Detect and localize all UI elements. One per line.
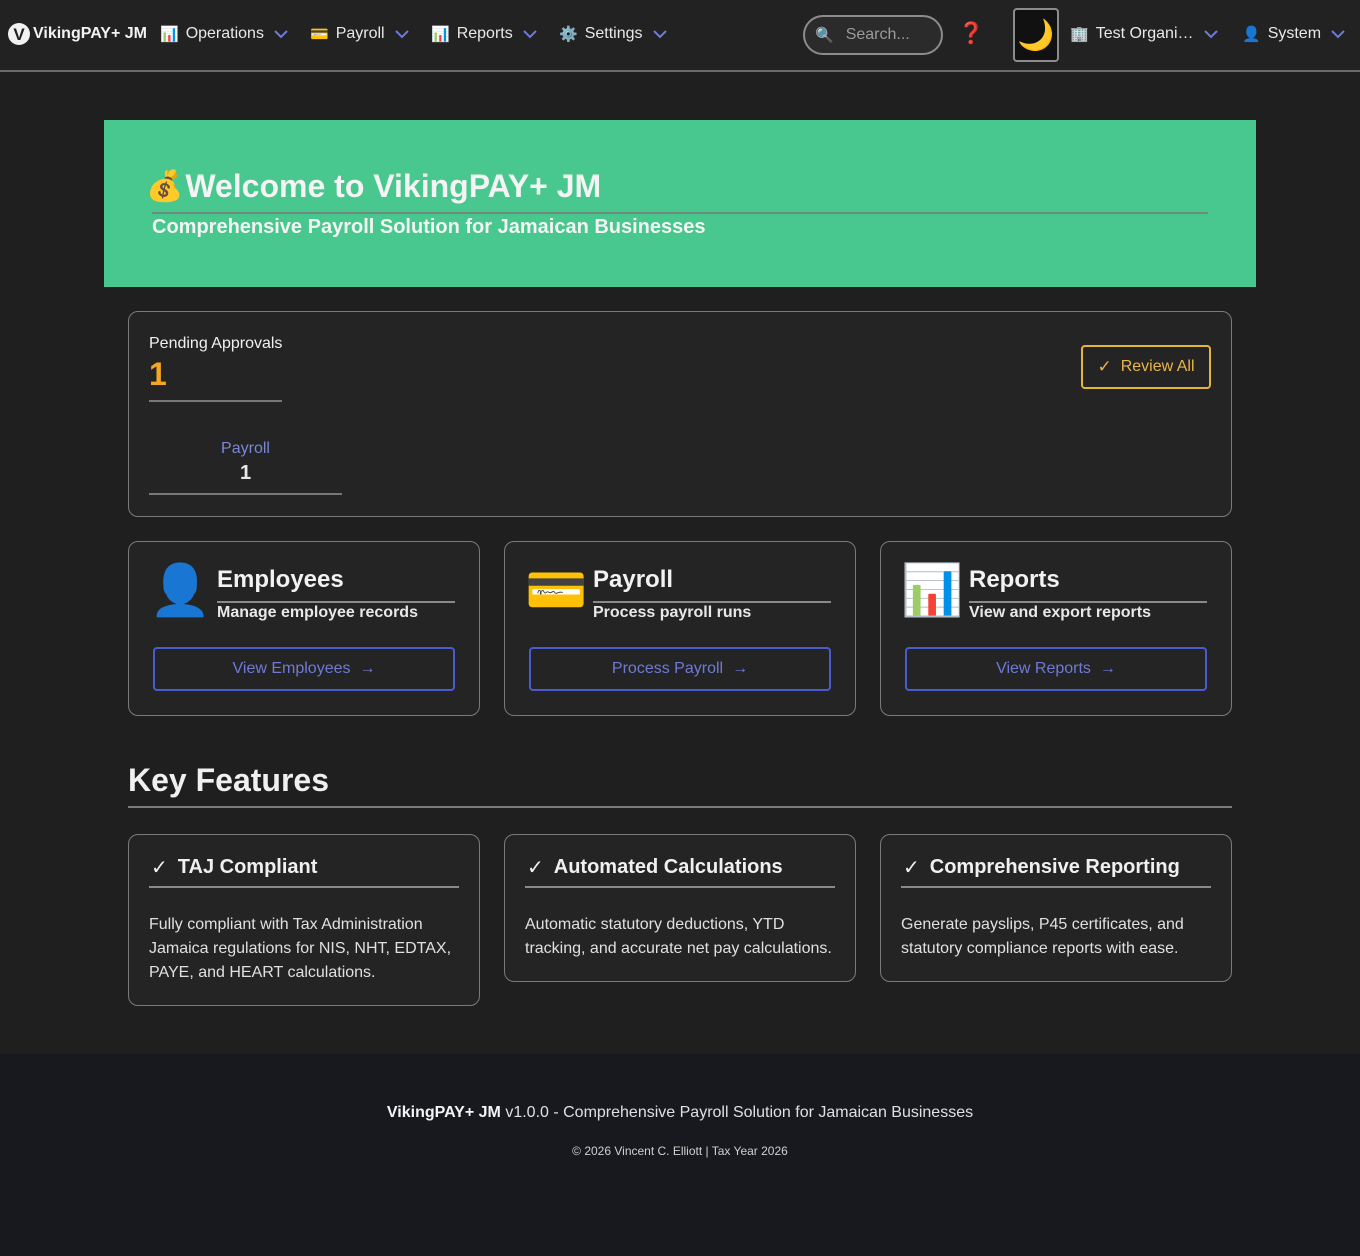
- feature-divider: [149, 886, 459, 888]
- button-label: View Reports: [996, 660, 1091, 677]
- key-features-divider: [128, 806, 1232, 808]
- check-icon: ✓: [903, 857, 920, 879]
- reports-card: 📊 Reports View and export reports View R…: [880, 541, 1232, 716]
- pending-category-divider: [149, 493, 342, 495]
- view-reports-button[interactable]: View Reports →: [905, 647, 1207, 691]
- arrow-right-icon: →: [359, 660, 376, 677]
- user-name: System: [1267, 25, 1322, 42]
- chevron-down-icon: [272, 25, 290, 43]
- footer-tagline-text: v1.0.0 - Comprehensive Payroll Solution …: [500, 1104, 974, 1121]
- hero-title-text: Welcome to VikingPAY+ JM: [185, 168, 602, 204]
- search-input[interactable]: [845, 26, 936, 44]
- nav-menu-label: Operations: [185, 25, 264, 42]
- feature-card-comprehensive-reporting: ✓ Comprehensive Reporting Generate paysl…: [880, 834, 1232, 982]
- check-icon: ✓: [151, 857, 168, 879]
- pending-category-payroll[interactable]: Payroll: [149, 440, 342, 458]
- arrow-right-icon: →: [732, 660, 749, 677]
- feature-title-text: Comprehensive Reporting: [929, 856, 1180, 878]
- nav-menu-label: Reports: [456, 25, 513, 42]
- feature-divider: [525, 886, 835, 888]
- org-switcher[interactable]: 🏢 Test Organi…: [1070, 22, 1220, 46]
- pending-category-count: 1: [239, 462, 252, 484]
- feature-title: ✓ Automated Calculations: [527, 855, 783, 880]
- check-icon: ✓: [1097, 357, 1112, 376]
- org-name: Test Organi…: [1095, 25, 1194, 42]
- money-bag-icon: 💰: [146, 170, 184, 203]
- arrow-right-icon: →: [1099, 660, 1116, 677]
- footer-brand: VikingPAY+ JM: [386, 1104, 501, 1121]
- nav-menu-label: Payroll: [335, 25, 385, 42]
- brand-link[interactable]: V VikingPAY+ JM: [8, 22, 147, 46]
- search-icon: 🔍: [815, 27, 834, 44]
- feature-card-automated-calculations: ✓ Automated Calculations Automatic statu…: [504, 834, 856, 982]
- card-title: Payroll: [593, 566, 674, 593]
- chevron-down-icon: [521, 25, 539, 43]
- hero-divider: [152, 212, 1208, 214]
- page-title: 💰 Welcome to VikingPAY+ JM: [146, 168, 601, 205]
- chart-icon: 📊: [160, 26, 179, 43]
- chevron-down-icon: [1202, 25, 1220, 43]
- payroll-card: 💳 Payroll Process payroll runs Process P…: [504, 541, 856, 716]
- welcome-hero: 💰 Welcome to VikingPAY+ JM Comprehensive…: [104, 120, 1256, 287]
- review-all-button[interactable]: ✓ Review All: [1081, 345, 1211, 389]
- nav-menu-operations[interactable]: 📊 Operations: [160, 22, 290, 46]
- card-title: Employees: [217, 566, 344, 593]
- process-payroll-button[interactable]: Process Payroll →: [529, 647, 831, 691]
- card-divider: [969, 601, 1207, 603]
- review-all-label: Review All: [1120, 358, 1195, 375]
- user-menu[interactable]: 👤 System: [1242, 22, 1347, 46]
- top-navbar: V VikingPAY+ JM 📊 Operations 💳 Payroll 📊…: [0, 0, 1360, 72]
- feature-title: ✓ TAJ Compliant: [151, 855, 317, 880]
- feature-title-text: TAJ Compliant: [177, 856, 318, 878]
- page-footer: VikingPAY+ JM v1.0.0 - Comprehensive Pay…: [0, 1054, 1360, 1256]
- card-subtitle: Process payroll runs: [593, 604, 752, 621]
- credit-card-icon: 💳: [310, 26, 329, 43]
- employees-card: 👤 Employees Manage employee records View…: [128, 541, 480, 716]
- feature-title: ✓ Comprehensive Reporting: [903, 855, 1180, 880]
- chart-icon: 📊: [431, 26, 450, 43]
- feature-card-taj-compliant: ✓ TAJ Compliant Fully compliant with Tax…: [128, 834, 480, 1006]
- card-subtitle: View and export reports: [969, 604, 1151, 621]
- nav-menu-payroll[interactable]: 💳 Payroll: [310, 22, 411, 46]
- brand-name: VikingPAY+ JM: [33, 25, 147, 42]
- credit-card-icon: 💳: [525, 562, 588, 618]
- view-employees-button[interactable]: View Employees →: [153, 647, 455, 691]
- card-divider: [593, 601, 831, 603]
- pending-approvals-label: Pending Approvals: [149, 335, 283, 352]
- footer-tagline: VikingPAY+ JM v1.0.0 - Comprehensive Pay…: [0, 1104, 1360, 1122]
- chevron-down-icon: [393, 25, 411, 43]
- card-divider: [217, 601, 455, 603]
- nav-menu-label: Settings: [584, 25, 643, 42]
- feature-description: Automatic statutory deductions, YTD trac…: [525, 916, 832, 957]
- pending-approvals-count: 1: [149, 356, 167, 392]
- button-label: Process Payroll: [611, 660, 724, 677]
- nav-menu-settings[interactable]: ⚙️ Settings: [559, 22, 669, 46]
- button-label: View Employees: [232, 660, 351, 677]
- pending-approvals-panel: Pending Approvals 1 Payroll 1 ✓ Review A…: [128, 311, 1232, 517]
- pending-divider: [149, 400, 282, 402]
- feature-description: Generate payslips, P45 certificates, and…: [901, 916, 1184, 957]
- card-subtitle: Manage employee records: [217, 604, 418, 621]
- hero-subtitle: Comprehensive Payroll Solution for Jamai…: [152, 216, 706, 238]
- theme-toggle-button[interactable]: 🌙: [1013, 8, 1059, 62]
- moon-icon: 🌙: [1017, 18, 1055, 52]
- card-title: Reports: [969, 566, 1060, 593]
- gear-icon: ⚙️: [559, 26, 578, 43]
- check-icon: ✓: [527, 857, 544, 879]
- feature-description: Fully compliant with Tax Administration …: [149, 916, 452, 981]
- chevron-down-icon: [651, 25, 669, 43]
- brand-logo-icon: V: [8, 23, 30, 45]
- user-icon: 👤: [149, 562, 212, 618]
- help-icon[interactable]: ❓: [958, 22, 984, 46]
- chevron-down-icon: [1329, 25, 1347, 43]
- building-icon: 🏢: [1070, 26, 1089, 43]
- feature-title-text: Automated Calculations: [553, 856, 783, 878]
- feature-divider: [901, 886, 1211, 888]
- key-features-heading: Key Features: [128, 762, 329, 798]
- user-icon: 👤: [1242, 26, 1261, 43]
- nav-menu-reports[interactable]: 📊 Reports: [431, 22, 539, 46]
- chart-icon: 📊: [901, 562, 964, 618]
- search-box[interactable]: 🔍: [803, 15, 943, 55]
- footer-copyright: © 2026 Vincent C. Elliott | Tax Year 202…: [572, 1144, 788, 1158]
